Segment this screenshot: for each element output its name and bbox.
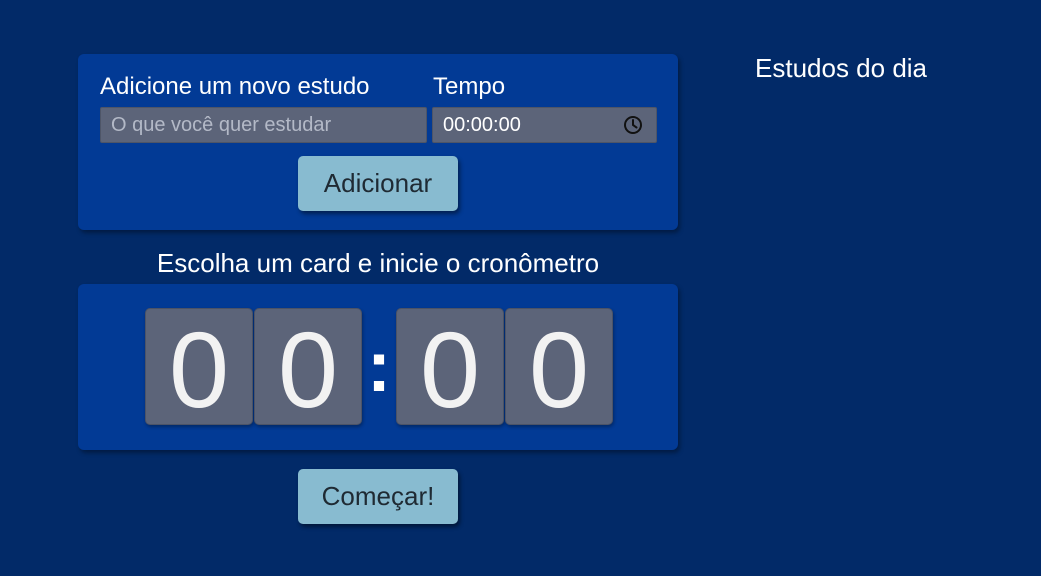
- time-label: Tempo: [433, 73, 506, 100]
- time-value: 00:00:00: [443, 113, 521, 136]
- study-input[interactable]: [100, 107, 427, 143]
- clock-icon[interactable]: [622, 114, 644, 136]
- timer-digit-seconds-ones: 0: [505, 308, 613, 425]
- timer-instruction: Escolha um card e inicie o cronômetro: [156, 248, 600, 278]
- add-study-form: Adicione um novo estudo Tempo 00:00:00 A…: [78, 54, 678, 230]
- daily-studies-title: Estudos do dia: [755, 53, 928, 83]
- timer-digit-seconds-tens: 0: [396, 308, 504, 425]
- timer-digit-minutes-ones: 0: [254, 308, 362, 425]
- time-input[interactable]: 00:00:00: [432, 107, 657, 143]
- timer-display: 0 0 : 0 0: [78, 284, 678, 450]
- timer-separator: :: [367, 327, 391, 407]
- start-button[interactable]: Começar!: [298, 469, 458, 524]
- timer-digit-minutes-tens: 0: [145, 308, 253, 425]
- study-label: Adicione um novo estudo: [100, 73, 370, 100]
- add-button[interactable]: Adicionar: [298, 156, 458, 211]
